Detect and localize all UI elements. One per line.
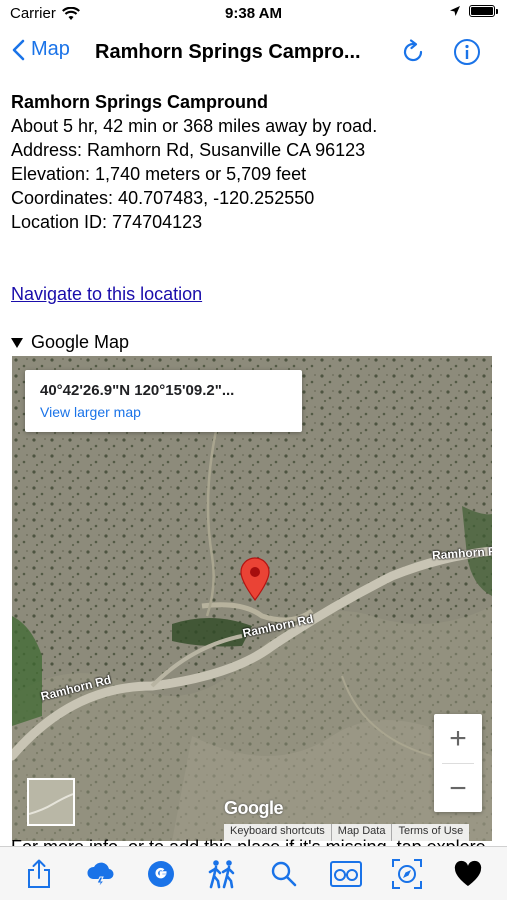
google-map[interactable]: Ramhorn Rd Ramhorn Rd Ramhorn Rd 40°42'2… <box>12 356 492 841</box>
zoom-control: + − <box>434 714 482 812</box>
share-button[interactable] <box>19 854 59 894</box>
google-button[interactable] <box>141 854 181 894</box>
back-label: Map <box>31 38 70 60</box>
map-pin-icon[interactable] <box>238 556 272 602</box>
google-map-disclosure[interactable]: Google Map <box>11 332 129 353</box>
place-elevation: Elevation: 1,740 meters or 5,709 feet <box>11 164 307 184</box>
location-arrow-icon <box>450 6 460 16</box>
favorite-button[interactable] <box>448 854 488 894</box>
hikers-icon <box>208 859 235 888</box>
place-name: Ramhorn Springs Campround <box>11 92 269 112</box>
refresh-button[interactable] <box>398 37 428 72</box>
refresh-icon <box>403 39 423 62</box>
place-details: Ramhorn Springs Campround About 5 hr, 42… <box>11 90 497 234</box>
google-logo-text: Google <box>224 798 284 818</box>
search-button[interactable] <box>264 854 304 894</box>
page-title: Ramhorn Springs Campro... <box>95 41 361 63</box>
battery-fill <box>471 7 493 15</box>
binoculars-icon <box>329 860 362 887</box>
hikers-button[interactable] <box>203 854 243 894</box>
view-larger-map-link[interactable]: View larger map <box>40 404 287 420</box>
navigate-link[interactable]: Navigate to this location <box>11 284 202 305</box>
place-location-id: Location ID: 774704123 <box>11 212 203 232</box>
info-icon <box>454 39 480 65</box>
battery-icon <box>469 5 498 17</box>
info-button[interactable] <box>452 37 482 72</box>
zoom-out-button[interactable]: − <box>434 764 482 813</box>
bottom-toolbar <box>0 846 507 900</box>
status-time: 9:38 AM <box>225 5 282 22</box>
weather-icon <box>87 862 114 888</box>
navigation-bar: Map Ramhorn Springs Campro... <box>0 28 507 76</box>
binoculars-button[interactable] <box>326 854 366 894</box>
share-icon <box>27 859 50 888</box>
place-coordinates: Coordinates: 40.707483, -120.252550 <box>11 188 315 208</box>
compass-icon <box>391 858 422 889</box>
map-card-coordinates: 40°42'26.9"N 120°15'09.2"... <box>40 382 235 399</box>
weather-button[interactable] <box>80 854 120 894</box>
zoom-in-button[interactable]: + <box>434 714 482 763</box>
footer-text: For more info, or to add this place if i… <box>11 838 501 846</box>
status-bar: Carrier 9:38 AM <box>0 0 507 28</box>
disclosure-triangle-icon <box>11 337 23 348</box>
place-address: Address: Ramhorn Rd, Susanville CA 96123 <box>11 140 366 160</box>
google-logo: Google <box>224 798 284 819</box>
map-info-card: 40°42'26.9"N 120°15'09.2"... View larger… <box>25 370 302 432</box>
back-button[interactable]: Map <box>12 38 70 61</box>
compass-button[interactable] <box>387 854 427 894</box>
favorite-icon <box>455 860 482 886</box>
chevron-left-icon <box>12 39 25 60</box>
search-icon <box>271 861 297 886</box>
terrain-thumbnail-icon <box>28 793 74 815</box>
google-icon <box>148 860 175 887</box>
google-map-summary-label: Google Map <box>31 332 130 352</box>
place-distance: About 5 hr, 42 min or 368 miles away by … <box>11 116 378 136</box>
status-right <box>449 5 498 17</box>
map-type-toggle[interactable] <box>27 778 75 826</box>
